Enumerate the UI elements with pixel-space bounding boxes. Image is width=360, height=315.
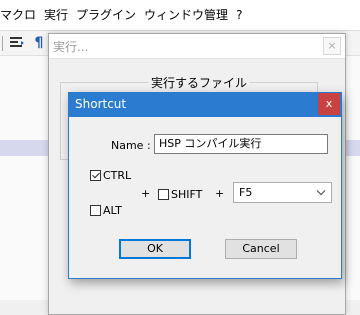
menu-bar: マクロ 実行 プラグイン ウィンドウ管理 ? <box>0 0 360 30</box>
ctrl-checkbox[interactable] <box>90 170 101 181</box>
shortcut-dialog: Shortcut x Name : HSP コンパイル実行 CTRL ALT +… <box>68 92 342 279</box>
toolbar-separator <box>2 36 3 51</box>
cancel-button[interactable]: Cancel <box>225 239 297 259</box>
shortcut-dialog-close-button[interactable]: x <box>318 93 340 115</box>
shift-checkbox[interactable] <box>158 189 169 200</box>
key-select-value: F5 <box>239 186 253 199</box>
list-wrap-icon[interactable] <box>8 34 26 52</box>
plus-sign: + <box>215 187 225 200</box>
menu-run[interactable]: 実行 <box>40 0 72 30</box>
chevron-down-icon <box>314 186 328 199</box>
key-select[interactable]: F5 <box>233 182 332 203</box>
menu-help[interactable]: ? <box>232 0 246 30</box>
name-label: Name : <box>111 139 151 152</box>
shift-label[interactable]: SHIFT <box>171 188 202 201</box>
run-dialog-close-button[interactable]: × <box>323 37 341 55</box>
plus-sign: + <box>141 187 151 200</box>
menu-window-manage[interactable]: ウィンドウ管理 <box>140 0 232 30</box>
run-dialog-titlebar: 実行... × <box>49 34 345 59</box>
run-dialog-title: 実行... <box>53 40 89 54</box>
shortcut-dialog-title: Shortcut <box>75 97 127 111</box>
name-input[interactable]: HSP コンパイル実行 <box>154 134 328 154</box>
menu-plugin[interactable]: プラグイン <box>72 0 140 30</box>
run-file-group-label: 実行するファイル <box>148 74 251 91</box>
paragraph-icon[interactable]: ¶ <box>30 34 48 52</box>
ctrl-label[interactable]: CTRL <box>103 169 131 182</box>
menu-macro[interactable]: マクロ <box>0 0 40 30</box>
ok-button[interactable]: OK <box>119 239 191 259</box>
alt-checkbox[interactable] <box>90 205 101 216</box>
alt-label[interactable]: ALT <box>103 204 122 217</box>
shortcut-dialog-titlebar: Shortcut x <box>69 93 341 117</box>
